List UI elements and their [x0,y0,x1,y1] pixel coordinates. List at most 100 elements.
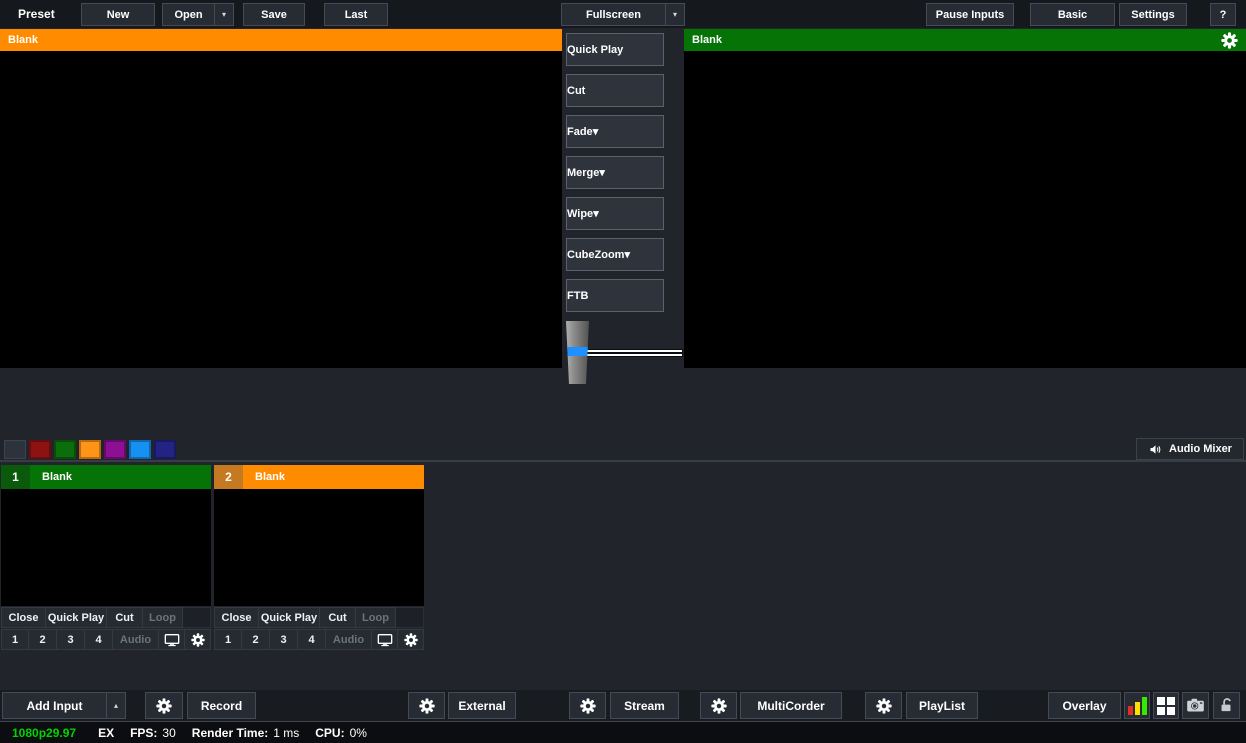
program-gear-icon[interactable] [1221,32,1238,49]
input-2-fullscreen-button[interactable] [372,629,398,650]
last-preset-button[interactable]: Last [324,3,388,26]
input-2-controls-row1: Close Quick Play Cut Loop [214,607,424,628]
external-settings-button[interactable] [408,692,445,719]
category-swatch-red[interactable] [29,440,51,459]
open-preset-button[interactable]: Open ▾ [162,3,234,26]
overlay-button[interactable]: Overlay [1048,692,1121,719]
tbar-track [584,349,683,357]
gear-icon [191,633,205,647]
playlist-button[interactable]: PlayList [906,692,978,719]
input-1-fullscreen-button[interactable] [159,629,185,650]
input-2-title-bar[interactable]: 2 Blank [214,465,424,489]
quick-play-button[interactable]: Quick Play [566,33,664,66]
input-1-controls-row2: 1 2 3 4 Audio [1,629,211,650]
category-swatch-purple[interactable] [104,440,126,459]
input-1-loop-button[interactable]: Loop [143,607,183,628]
input-2-overlay-4-button[interactable]: 4 [298,629,326,650]
input-1-audio-button[interactable]: Audio [113,629,159,650]
input-2-overlay-1-button[interactable]: 1 [214,629,242,650]
program-video-area[interactable] [684,51,1246,368]
multicorder-settings-button[interactable] [700,692,737,719]
cut-button[interactable]: Cut [566,74,664,107]
program-window: Blank [684,29,1246,368]
input-1-overlay-4-button[interactable]: 4 [85,629,113,650]
stream-settings-button[interactable] [569,692,606,719]
category-swatch-navy[interactable] [154,440,176,459]
input-1-close-button[interactable]: Close [1,607,46,628]
input-2-quickplay-button[interactable]: Quick Play [259,607,320,628]
input-1-thumbnail[interactable] [1,489,211,606]
record-button[interactable]: Record [187,692,256,719]
wipe-button[interactable]: Wipe ▾ [566,197,664,230]
input-1-settings-button[interactable] [185,629,211,650]
multicorder-button[interactable]: MultiCorder [740,692,842,719]
category-swatch-row: Audio Mixer [0,440,1246,460]
record-settings-button[interactable] [145,692,183,719]
chevron-down-icon[interactable]: ▾ [593,207,609,220]
audio-meters-icon [1128,697,1147,715]
program-title: Blank [692,34,722,46]
input-1-overlay-3-button[interactable]: 3 [57,629,85,650]
gear-icon [580,698,596,714]
ftb-button[interactable]: FTB [566,279,664,312]
pause-inputs-button[interactable]: Pause Inputs [926,3,1014,26]
category-swatch-orange[interactable] [79,440,101,459]
lock-button[interactable] [1213,692,1240,719]
audio-mixer-button[interactable]: Audio Mixer [1136,438,1244,460]
cubezoom-button[interactable]: CubeZoom ▾ [566,238,664,271]
snapshot-button[interactable] [1182,692,1209,719]
input-1-controls-row1: Close Quick Play Cut Loop [1,607,211,628]
merge-button[interactable]: Merge ▾ [566,156,664,189]
input-2-loop-button[interactable]: Loop [356,607,396,628]
chevron-up-icon[interactable]: ▴ [107,701,125,710]
inputs-row: 1 Blank Close Quick Play Cut Loop 1 2 3 … [1,465,424,650]
input-1-overlay-1-button[interactable]: 1 [1,629,29,650]
save-preset-button[interactable]: Save [243,3,305,26]
input-1-title-bar[interactable]: 1 Blank [1,465,211,489]
category-swatch-none[interactable] [4,440,26,459]
chevron-down-icon[interactable]: ▾ [666,10,684,19]
input-2-row1-filler [396,607,424,628]
gear-icon [419,698,435,714]
fade-button[interactable]: Fade ▾ [566,115,664,148]
audio-levels-button[interactable] [1124,692,1150,719]
transition-panel: Quick Play Cut Fade ▾ Merge ▾ Wipe ▾ Cub… [562,29,684,441]
gear-icon [156,698,172,714]
input-2-settings-button[interactable] [398,629,424,650]
chevron-down-icon[interactable]: ▾ [215,10,233,19]
external-button[interactable]: External [448,692,516,719]
new-preset-button[interactable]: New [81,3,155,26]
stream-button[interactable]: Stream [610,692,679,719]
fullscreen-grid-button[interactable] [1153,692,1179,719]
help-button[interactable]: ? [1210,3,1236,26]
gear-icon [876,698,892,714]
fullscreen-button[interactable]: Fullscreen ▾ [561,3,685,26]
chevron-down-icon[interactable]: ▾ [593,125,609,138]
input-1-quickplay-button[interactable]: Quick Play [46,607,107,628]
input-1-window: 1 Blank Close Quick Play Cut Loop 1 2 3 … [1,465,211,650]
vmix-main-window: Preset New Open ▾ Save Last Fullscreen ▾… [0,0,1246,743]
preview-title-bar[interactable]: Blank [0,29,562,51]
input-2-overlay-3-button[interactable]: 3 [270,629,298,650]
settings-button[interactable]: Settings [1119,3,1187,26]
playlist-settings-button[interactable] [865,692,902,719]
chevron-down-icon[interactable]: ▾ [599,166,615,179]
tbar-handle[interactable] [565,321,590,384]
category-swatch-green[interactable] [54,440,76,459]
chevron-down-icon[interactable]: ▾ [624,248,640,261]
gear-icon [404,633,418,647]
add-input-button[interactable]: Add Input ▴ [2,692,126,719]
category-swatch-blue[interactable] [129,440,151,459]
input-1-overlay-2-button[interactable]: 2 [29,629,57,650]
input-1-cut-button[interactable]: Cut [107,607,143,628]
preview-video-area[interactable] [0,51,562,368]
tbar-blue-stripe [565,347,590,356]
bottom-toolbar: Add Input ▴ Record External Stream Multi… [0,690,1246,721]
basic-button[interactable]: Basic [1030,3,1115,26]
input-2-audio-button[interactable]: Audio [326,629,372,650]
input-2-overlay-2-button[interactable]: 2 [242,629,270,650]
program-title-bar[interactable]: Blank [684,29,1246,51]
input-2-thumbnail[interactable] [214,489,424,606]
input-2-cut-button[interactable]: Cut [320,607,356,628]
input-2-close-button[interactable]: Close [214,607,259,628]
